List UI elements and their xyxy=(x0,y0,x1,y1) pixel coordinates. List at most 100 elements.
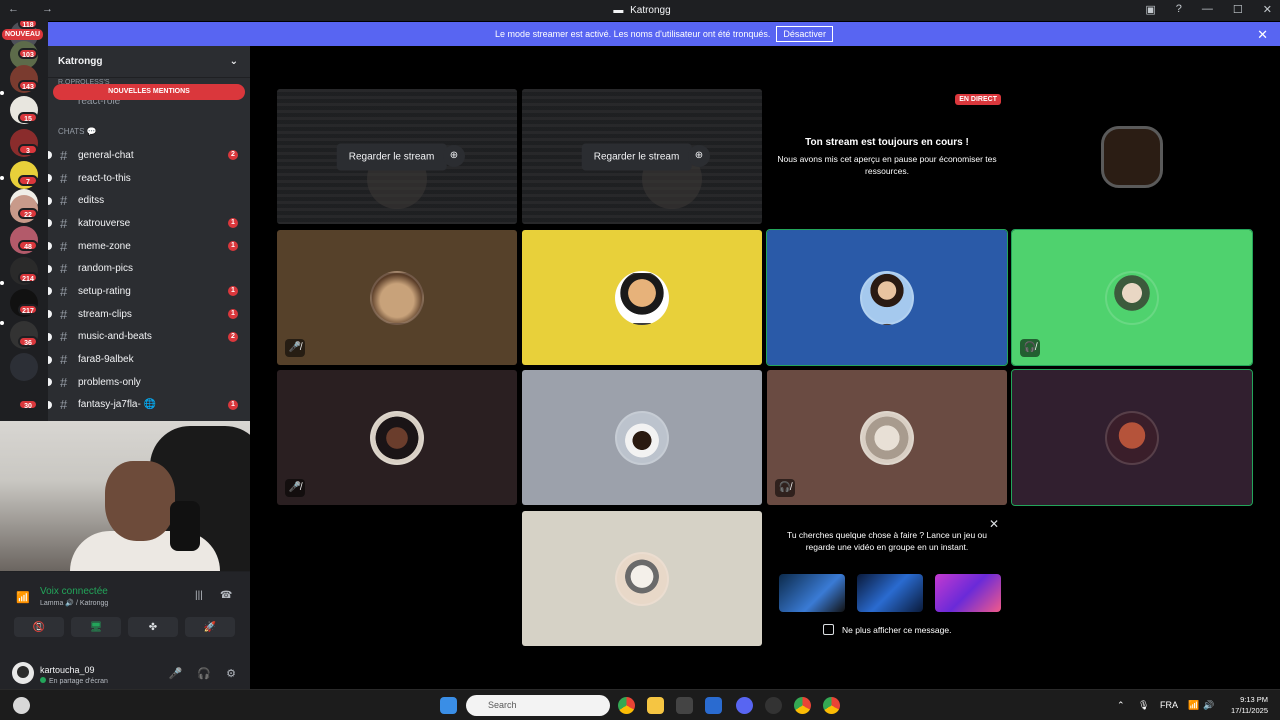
voice-status[interactable]: Voix connectée xyxy=(40,586,108,597)
discord-icon[interactable] xyxy=(736,697,753,714)
coffee-cup-icon xyxy=(615,410,669,465)
server-badge: 118 xyxy=(18,21,38,29)
server-header[interactable]: Katrongg ⌄ xyxy=(48,46,250,78)
watch-stream-button[interactable]: Regarder le stream xyxy=(581,143,692,170)
inbox-icon[interactable]: ▣ xyxy=(1145,3,1155,16)
mail-icon[interactable] xyxy=(705,697,722,714)
participant-tile[interactable] xyxy=(522,370,762,505)
popout-icon[interactable]: ⊕ xyxy=(688,145,710,167)
channel-item[interactable]: # fara8-9albek xyxy=(48,348,250,371)
channel-item[interactable]: # music-and-beats 2 xyxy=(48,326,250,349)
checkbox-box[interactable] xyxy=(823,624,834,635)
help-icon[interactable]: ? xyxy=(1176,3,1182,16)
clock[interactable]: 9:13 PM 17/11/2025 xyxy=(1231,694,1268,716)
server-icon[interactable] xyxy=(10,353,38,381)
activity-thumbnail[interactable] xyxy=(935,574,1001,612)
gear-icon[interactable]: ⚙ xyxy=(226,667,236,680)
voice-stage: Regarder le stream ⊕ Regarder le stream … xyxy=(250,46,1280,689)
avatar[interactable] xyxy=(12,662,34,684)
file-explorer-icon[interactable] xyxy=(647,697,664,714)
participant-tile[interactable] xyxy=(522,230,762,365)
wifi-icon[interactable]: 📶 xyxy=(1188,700,1199,711)
participant-tile[interactable] xyxy=(522,511,762,646)
channel-item[interactable]: # katrouverse 1 xyxy=(48,212,250,235)
participant-tile[interactable]: 🎤̸ xyxy=(277,370,517,505)
streamer-mode-banner: Le mode streamer est activé. Les noms d'… xyxy=(48,22,1280,46)
chrome-icon[interactable] xyxy=(618,697,635,714)
disable-streamer-button[interactable]: Désactiver xyxy=(776,26,833,42)
paused-stream-tile[interactable]: EN DIRECT Ton stream est toujours en cou… xyxy=(767,89,1007,224)
signal-icon[interactable]: 📶 xyxy=(16,591,30,604)
popout-icon[interactable]: ⊕ xyxy=(443,145,465,167)
channel-item[interactable]: # random-pics xyxy=(48,257,250,280)
stream-preview-tile[interactable]: Regarder le stream ⊕ xyxy=(522,89,762,224)
activity-thumbnail[interactable] xyxy=(779,574,845,612)
store-icon[interactable] xyxy=(676,697,693,714)
channel-name: general-chat xyxy=(78,149,134,161)
voice-location[interactable]: Lamma 🔊 / Katrongg xyxy=(40,599,108,607)
chevron-down-icon: ⌄ xyxy=(229,56,238,67)
server-badge: 214 xyxy=(18,272,38,283)
maximize-button[interactable]: ☐ xyxy=(1233,3,1243,16)
stream-preview-tile[interactable]: Regarder le stream ⊕ xyxy=(277,89,517,224)
channel-item[interactable]: # editss xyxy=(48,189,250,212)
channel-item[interactable]: # fantasy-ja7fla- 🌐 1 xyxy=(48,394,250,417)
chrome-icon[interactable] xyxy=(794,697,811,714)
channel-item[interactable]: # stream-clips 1 xyxy=(48,303,250,326)
microphone-icon[interactable]: 🎤 xyxy=(169,667,183,680)
activities-button[interactable]: ✤ xyxy=(128,617,178,637)
unread-indicator xyxy=(48,174,52,183)
participant-tile[interactable] xyxy=(766,229,1008,366)
server-badge: 48 xyxy=(18,240,38,251)
title-bar: ← → ▬ Katrongg ▣ ? — ☐ ✕ xyxy=(0,0,1280,21)
chrome-icon[interactable] xyxy=(823,697,840,714)
server-badge: 3 xyxy=(18,144,38,155)
mention-count: 1 xyxy=(228,286,238,297)
channel-item[interactable]: # meme-zone 1 xyxy=(48,235,250,258)
hash-icon: # xyxy=(60,352,68,368)
volume-icon[interactable]: 🔊 xyxy=(1203,700,1214,711)
minimize-button[interactable]: — xyxy=(1202,3,1213,16)
weather-icon[interactable] xyxy=(13,697,30,714)
banner-close-icon[interactable]: ✕ xyxy=(1257,27,1268,43)
category-chats[interactable]: CHATS 💬 xyxy=(58,127,97,136)
search-input[interactable]: Search xyxy=(466,695,610,716)
channel-item[interactable]: # problems-only xyxy=(48,371,250,394)
participant-tile[interactable] xyxy=(1012,89,1252,224)
language-indicator[interactable]: FRA xyxy=(1160,700,1178,710)
dont-show-again-checkbox[interactable]: Ne plus afficher ce message. xyxy=(823,624,951,635)
activity-thumbnails xyxy=(779,574,1001,612)
close-window-button[interactable]: ✕ xyxy=(1263,3,1272,16)
participant-tile[interactable]: 🎧̸ xyxy=(1011,229,1253,366)
username[interactable]: kartoucha_09 xyxy=(40,665,95,675)
disconnect-icon[interactable]: ☎ xyxy=(220,590,232,601)
paused-title: Ton stream est toujours en cours ! xyxy=(805,137,969,148)
mention-count: 1 xyxy=(228,399,238,410)
participant-tile[interactable]: 🎤̸ xyxy=(277,230,517,365)
steam-icon[interactable] xyxy=(765,697,782,714)
server-badge: 103 xyxy=(18,48,38,59)
server-badge: 30 xyxy=(18,399,38,410)
soundboard-icon[interactable]: ||| xyxy=(195,590,203,601)
screen-share-button[interactable]: 🖥 xyxy=(71,617,121,637)
watch-stream-button[interactable]: Regarder le stream xyxy=(336,143,447,170)
unread-indicator xyxy=(48,332,52,341)
activity-thumbnail[interactable] xyxy=(857,574,923,612)
hash-icon: # xyxy=(60,193,68,209)
participant-tile[interactable] xyxy=(1011,369,1253,506)
microphone-icon[interactable]: 🎙 xyxy=(1138,700,1149,711)
headphones-icon[interactable]: 🎧 xyxy=(197,667,211,680)
participant-tile[interactable]: 🎧̸ xyxy=(767,370,1007,505)
tray-overflow-icon[interactable]: ⌃ xyxy=(1117,700,1125,711)
windows-start-icon[interactable] xyxy=(440,697,457,714)
channel-item[interactable]: # general-chat 2 xyxy=(48,144,250,167)
channel-item[interactable]: # setup-rating 1 xyxy=(48,280,250,303)
channel-item[interactable]: # react-to-this xyxy=(48,167,250,190)
online-dot xyxy=(40,677,46,683)
unread-indicator xyxy=(48,310,52,319)
new-mentions-button[interactable]: NOUVELLES MENTIONS xyxy=(53,84,245,100)
soundboard-button[interactable]: 🚀 xyxy=(185,617,235,637)
folder-icon: ▬ xyxy=(613,5,624,16)
unread-indicator xyxy=(48,400,52,409)
camera-off-button[interactable]: 📵 xyxy=(14,617,64,637)
